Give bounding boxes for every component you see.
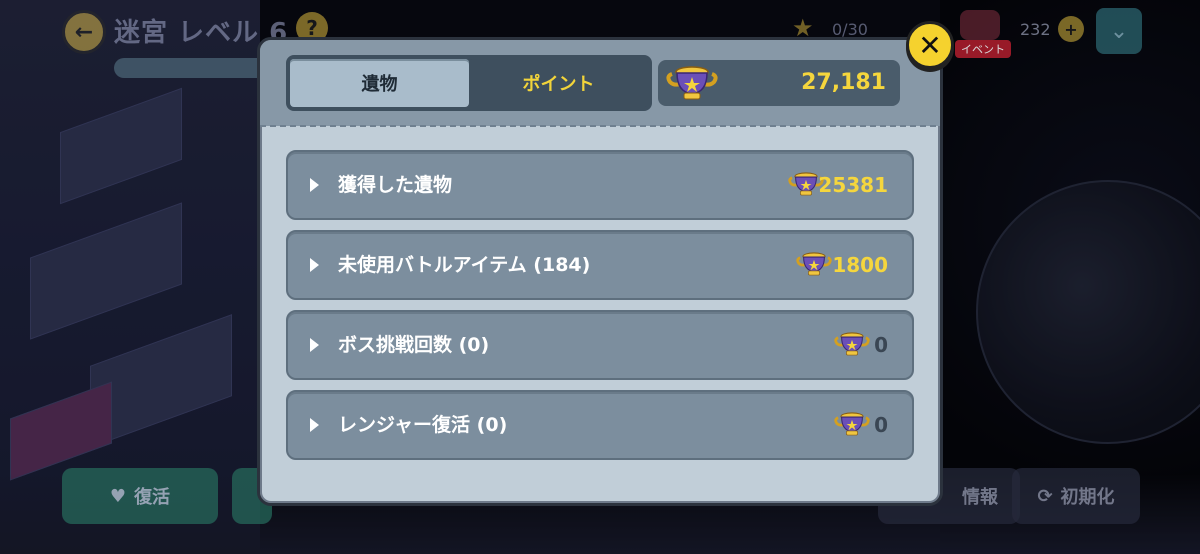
relic-points-dialog: 遺物 ポイント 27,181 獲得した遺物 25381 未使用バトルアイテム (… [257, 37, 943, 506]
close-button[interactable]: ✕ [906, 21, 954, 69]
close-icon: ✕ [918, 28, 942, 62]
row-label: 獲得した遺物 [338, 174, 453, 196]
row-value: 25381 [818, 173, 888, 197]
tab-relics[interactable]: 遺物 [290, 59, 469, 107]
event-badge: イベント [955, 40, 1011, 58]
row-value: 0 [874, 413, 888, 437]
play-arrow-icon [310, 178, 319, 192]
row-value: 0 [874, 333, 888, 357]
trophy-icon [666, 64, 718, 106]
row-label: 未使用バトルアイテム (184) [338, 254, 591, 276]
gem-count: 232 [1020, 20, 1051, 39]
tab-points[interactable]: ポイント [469, 59, 648, 107]
revive-button[interactable]: ♥ 復活 [62, 468, 218, 524]
revive-label: 復活 [134, 487, 171, 508]
info-label: 情報 [962, 487, 998, 508]
list-item-unused-battle-items[interactable]: 未使用バトルアイテム (184) 1800 [286, 230, 914, 300]
menu-chevron-button[interactable]: ⌄ [1096, 8, 1142, 54]
list-item-ranger-revives[interactable]: レンジャー復活 (0) 0 [286, 390, 914, 460]
chevron-down-icon: ⌄ [1109, 18, 1129, 44]
add-gems-button[interactable]: + [1058, 16, 1084, 42]
row-value: 1800 [832, 253, 888, 277]
heart-plus-icon: ♥ [109, 485, 127, 507]
trophy-icon [796, 250, 832, 282]
play-arrow-icon [310, 418, 319, 432]
play-arrow-icon [310, 338, 319, 352]
level-progress-bar [114, 58, 274, 78]
reset-label: 初期化 [1060, 487, 1115, 508]
points-total-box: 27,181 [658, 60, 900, 106]
points-total-value: 27,181 [801, 70, 886, 95]
play-arrow-icon [310, 258, 319, 272]
trophy-icon [834, 410, 870, 442]
reset-button[interactable]: ⟳ 初期化 [1012, 468, 1140, 524]
row-label: ボス挑戦回数 (0) [338, 334, 490, 356]
row-label: レンジャー復活 (0) [338, 414, 508, 436]
dialog-header: 遺物 ポイント 27,181 [260, 40, 940, 127]
trophy-icon [834, 330, 870, 362]
list-item-boss-challenges[interactable]: ボス挑戦回数 (0) 0 [286, 310, 914, 380]
back-button[interactable]: ← [62, 10, 106, 54]
ruby-icon [960, 10, 1000, 40]
relic-list: 獲得した遺物 25381 未使用バトルアイテム (184) 1800 ボス挑戦回… [286, 150, 914, 470]
refresh-icon: ⟳ [1037, 485, 1053, 507]
list-item-acquired-relics[interactable]: 獲得した遺物 25381 [286, 150, 914, 220]
tab-bar: 遺物 ポイント [286, 55, 652, 111]
